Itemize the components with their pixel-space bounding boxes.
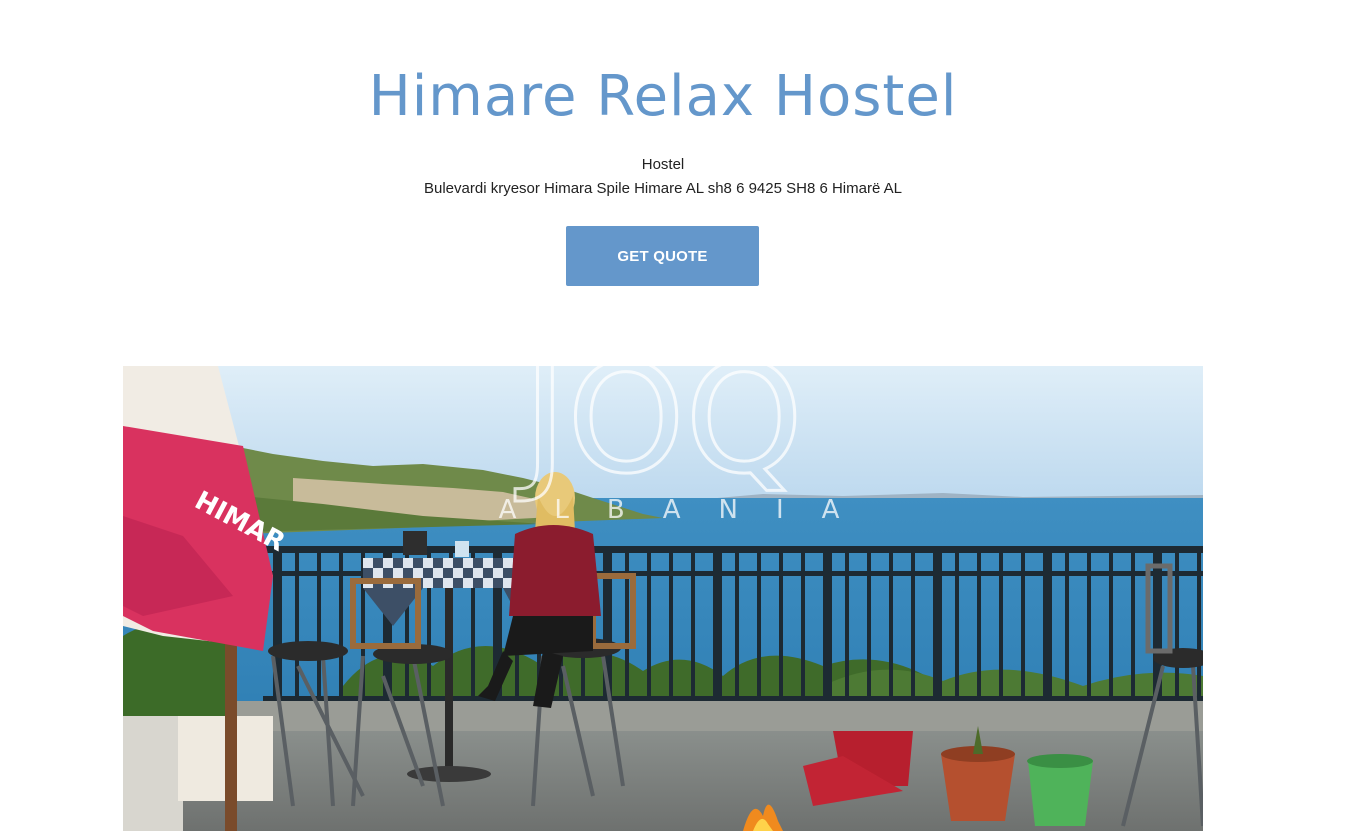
listing-page: Himare Relax Hostel Hostel Bulevardi kry… [0, 0, 1370, 831]
get-quote-button[interactable]: GET QUOTE [566, 226, 759, 286]
watermark-logo: JOQ [515, 366, 803, 507]
page-title: Himare Relax Hostel [368, 64, 958, 129]
watermark-subtitle: ALBANIA [499, 495, 878, 525]
business-address: Bulevardi kryesor Himara Spile Himare AL… [424, 180, 902, 197]
hostel-photo[interactable]: HIMAR JOQ ALBANIA [123, 366, 1203, 831]
business-category: Hostel [641, 156, 685, 173]
